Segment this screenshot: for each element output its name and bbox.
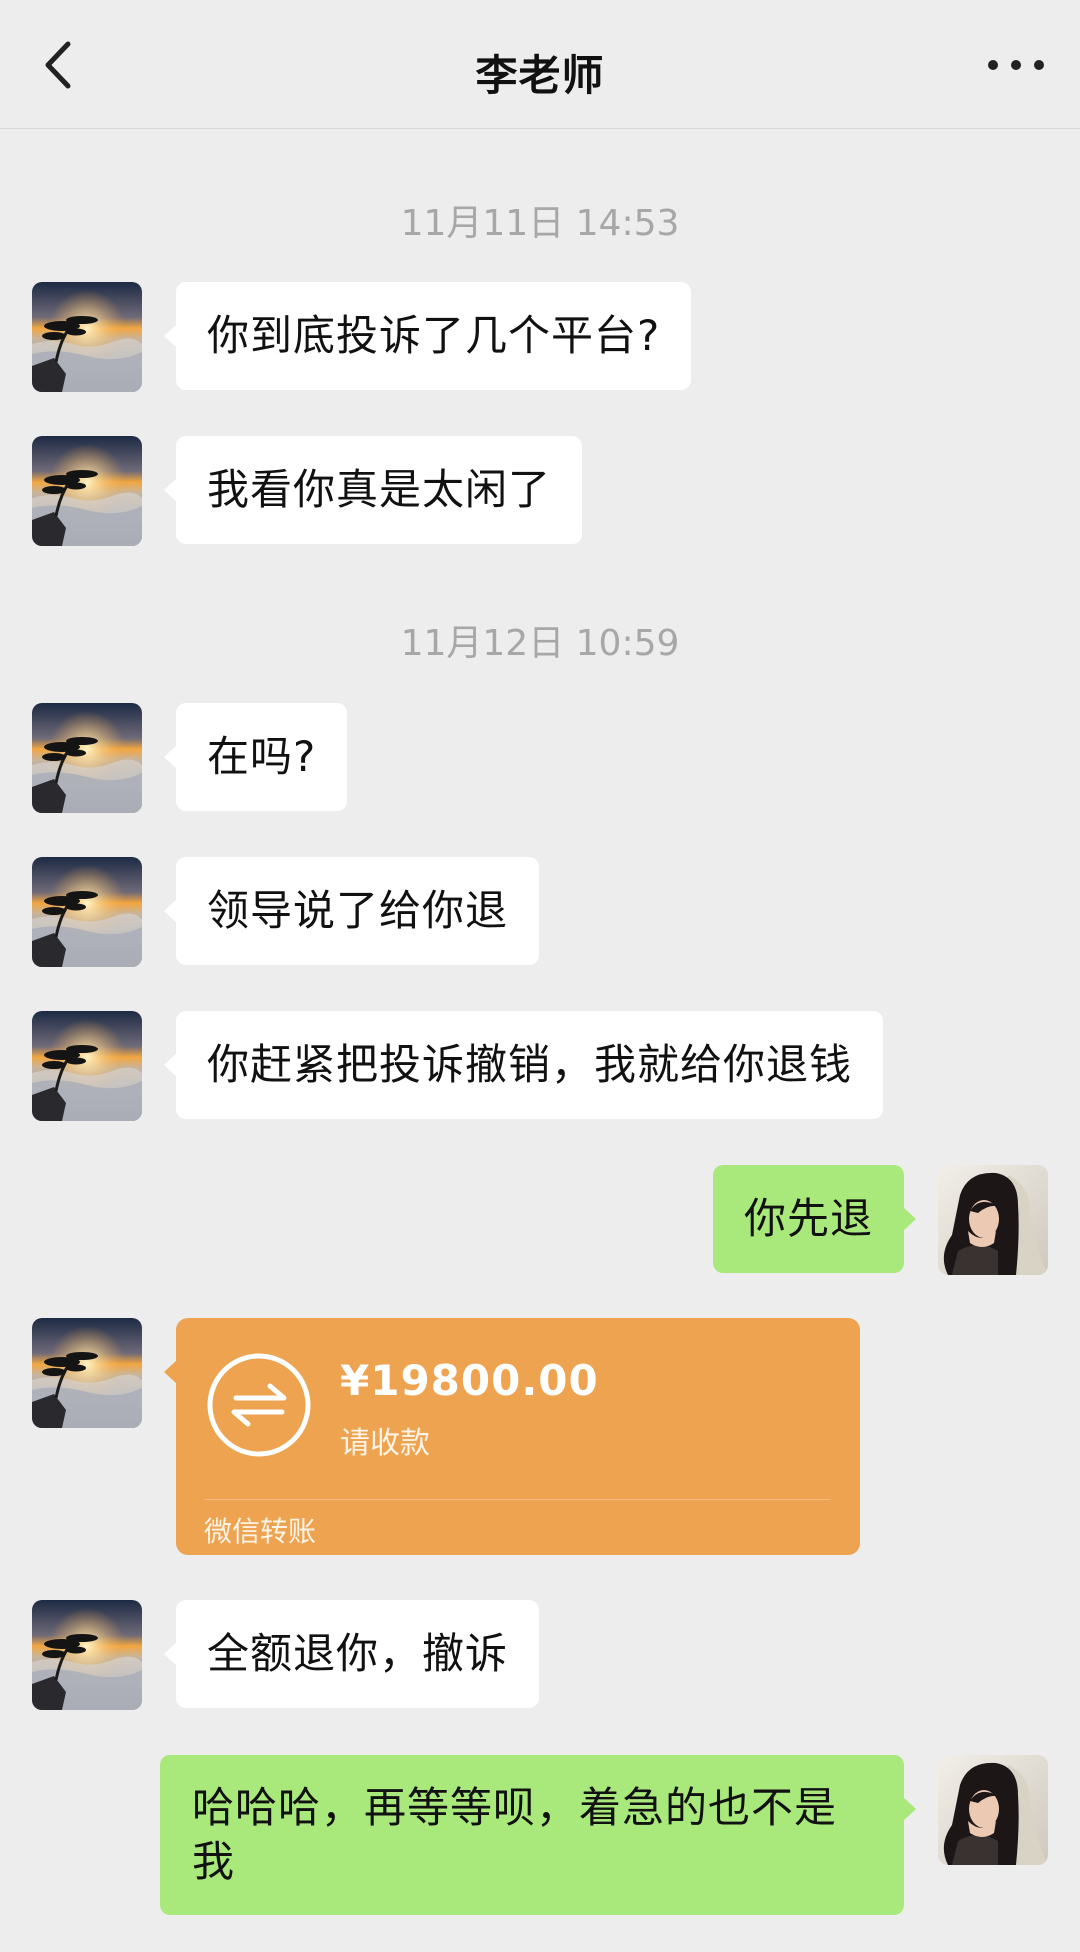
chat-header: 李老师 (0, 0, 1080, 129)
transfer-card[interactable]: ¥19800.00 请收款 微信转账 (164, 1318, 860, 1555)
avatar[interactable] (32, 1318, 142, 1428)
ellipsis-icon (988, 60, 998, 70)
girl-portrait-avatar-icon (938, 1755, 1048, 1865)
chat-title: 李老师 (475, 51, 605, 100)
timestamp: 11月12日 10:59 (400, 623, 680, 664)
message-bubble[interactable]: 我看你真是太闲了 (163, 436, 583, 544)
pine-sunset-avatar-icon (32, 857, 142, 967)
transfer-divider (204, 1499, 830, 1500)
transfer-label: 微信转账 (204, 1515, 317, 1548)
pine-sunset-avatar-icon (32, 1011, 142, 1121)
avatar[interactable] (32, 857, 142, 967)
transfer-arrows-icon (207, 1353, 311, 1457)
avatar[interactable] (32, 282, 142, 392)
transfer-status: 请收款 (340, 1426, 430, 1461)
message-bubble[interactable]: 在吗? (163, 703, 348, 811)
message-bubble[interactable]: 领导说了给你退 (163, 857, 540, 965)
transfer-amount: ¥19800.00 (340, 1356, 599, 1405)
message-bubble-outgoing[interactable]: 哈哈哈，再等等呗，着急的也不是我 (160, 1755, 916, 1915)
avatar[interactable] (32, 1600, 142, 1710)
message-bubble[interactable]: 你到底投诉了几个平台? (163, 282, 692, 390)
avatar[interactable] (32, 1011, 142, 1121)
pine-sunset-avatar-icon (32, 703, 142, 813)
more-button[interactable] (988, 56, 1044, 74)
pine-sunset-avatar-icon (32, 282, 142, 392)
message-bubble[interactable]: 全额退你，撤诉 (163, 1600, 540, 1708)
message-bubble[interactable]: 你赶紧把投诉撤销，我就给你退钱 (163, 1011, 884, 1119)
message-bubble-outgoing[interactable]: 你先退 (712, 1165, 917, 1273)
pine-sunset-avatar-icon (32, 1600, 142, 1710)
timestamp: 11月11日 14:53 (400, 203, 680, 244)
avatar-me[interactable] (938, 1165, 1048, 1275)
avatar[interactable] (32, 703, 142, 813)
pine-sunset-avatar-icon (32, 436, 142, 546)
girl-portrait-avatar-icon (938, 1165, 1048, 1275)
avatar-me[interactable] (938, 1755, 1048, 1865)
pine-sunset-avatar-icon (32, 1318, 142, 1428)
avatar[interactable] (32, 436, 142, 546)
